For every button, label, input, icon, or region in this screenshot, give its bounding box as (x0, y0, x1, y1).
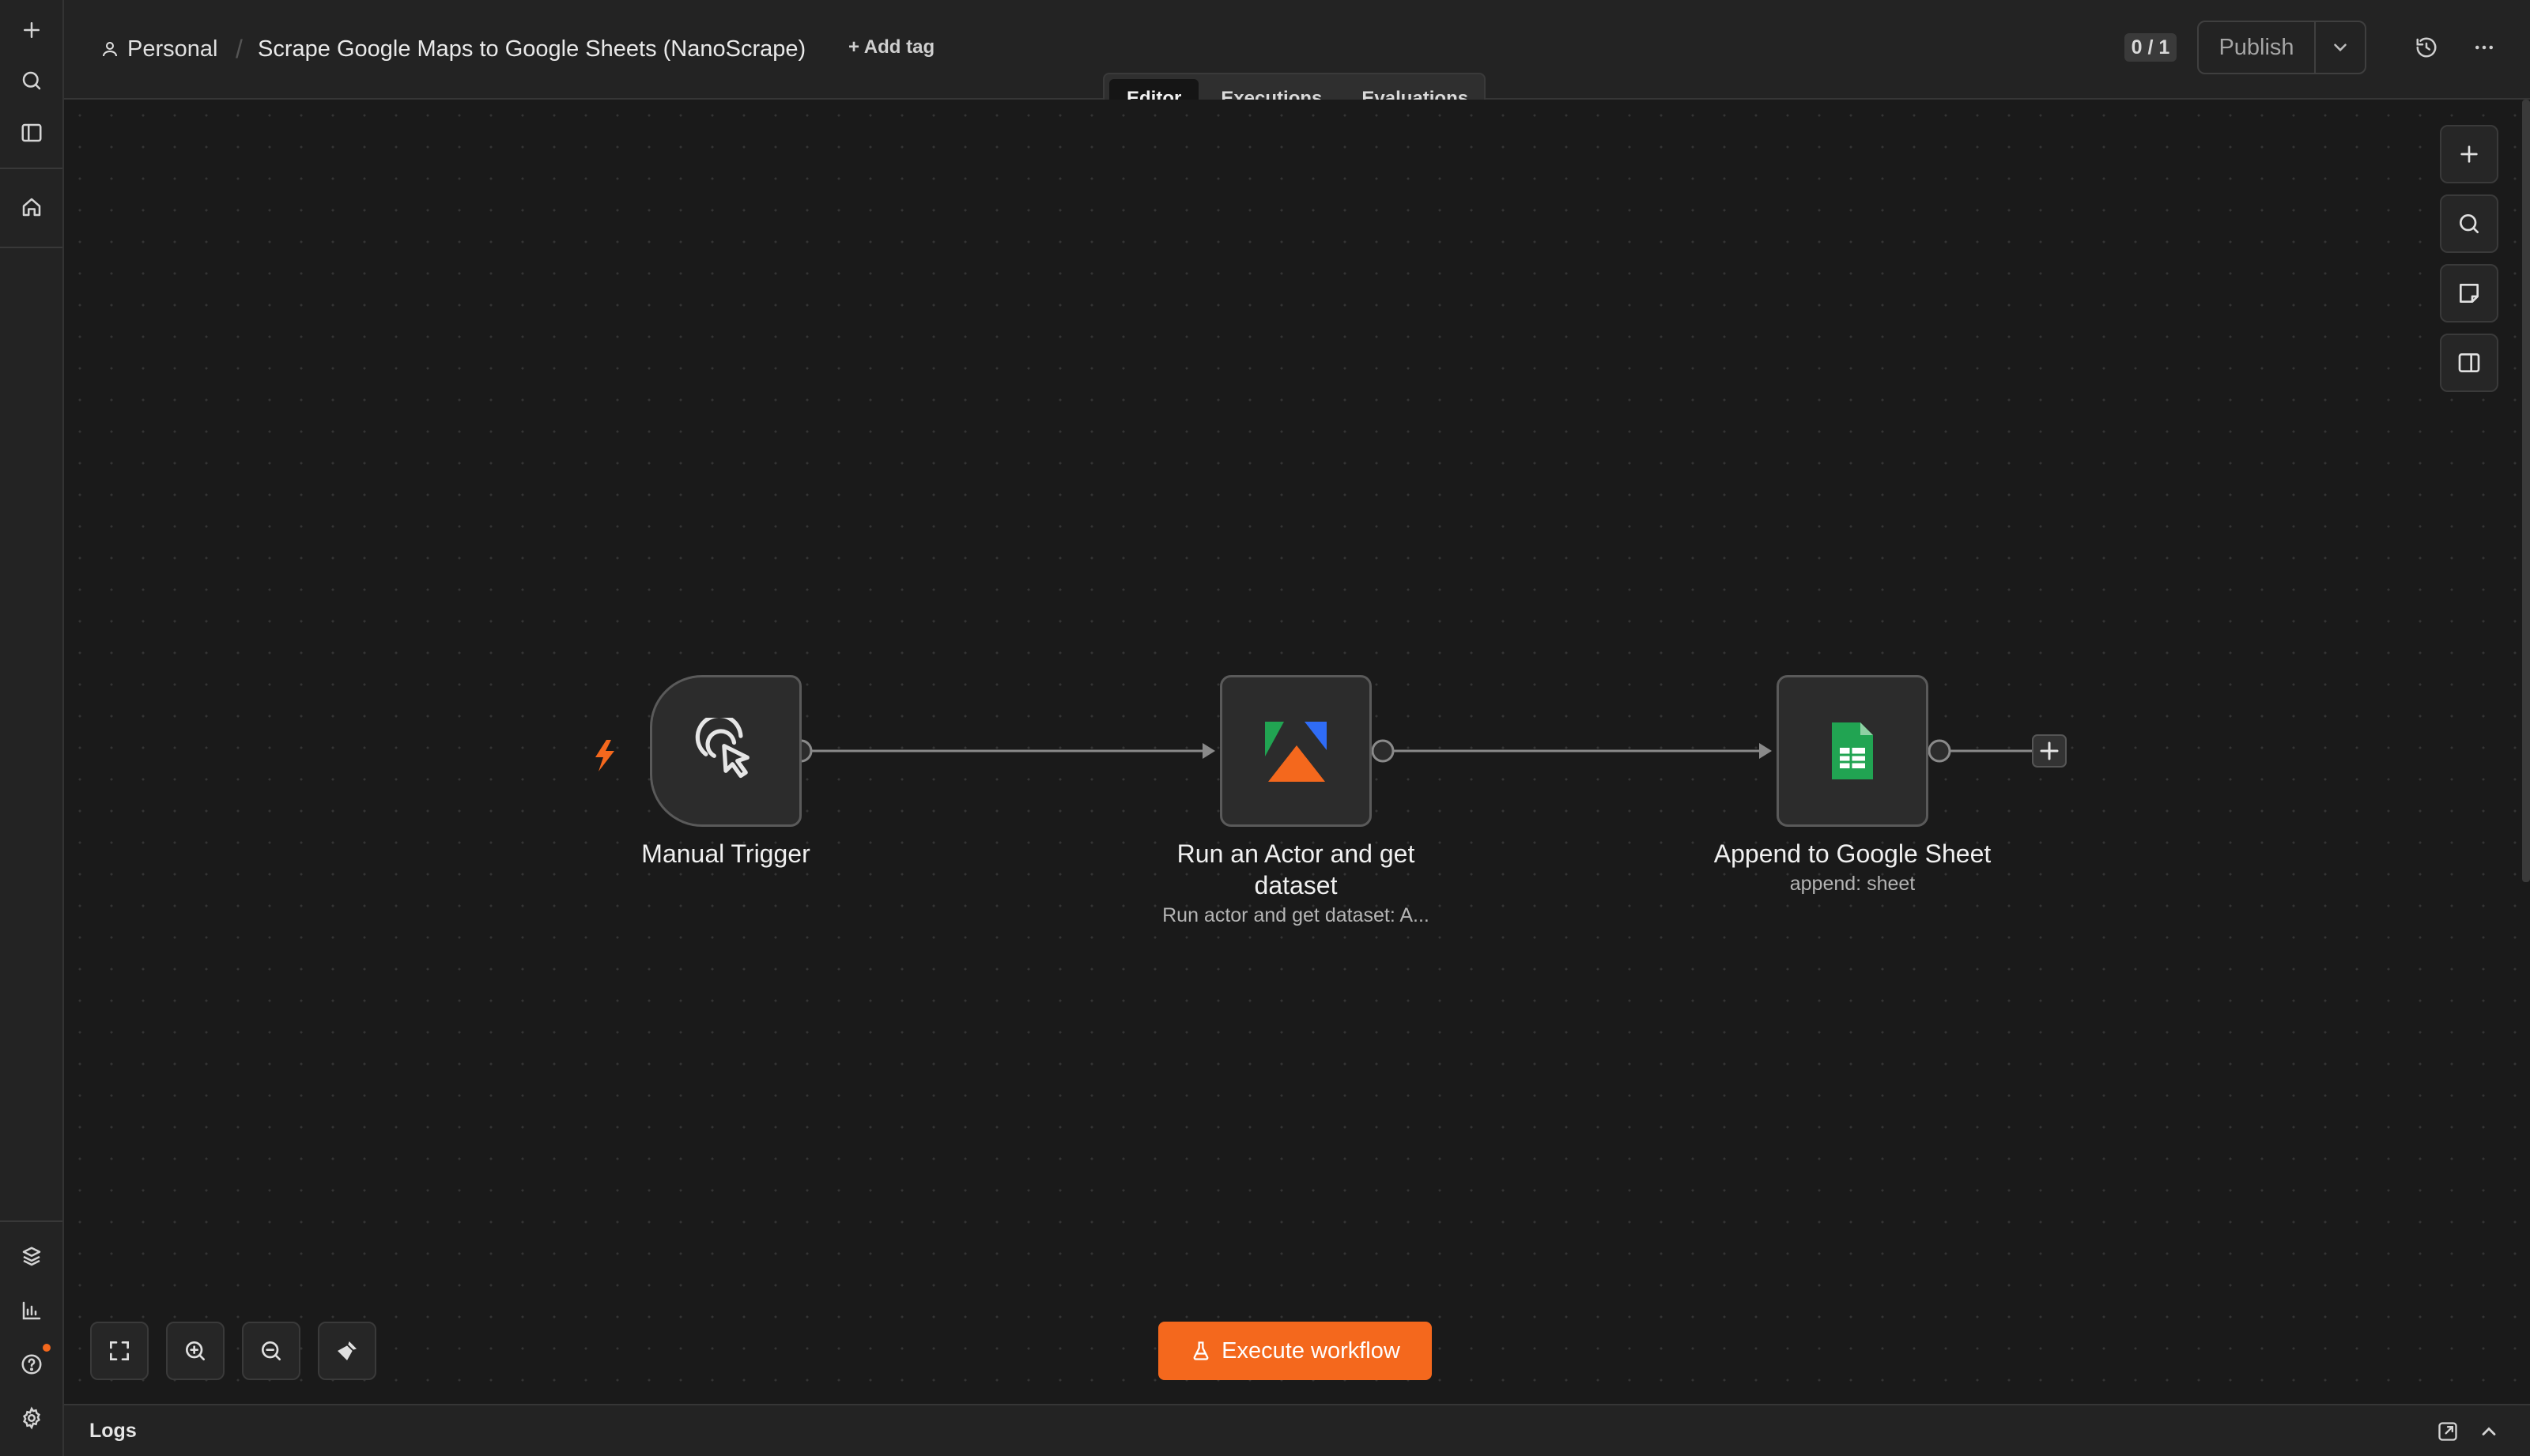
node-label-line: dataset (1254, 871, 1338, 900)
panel-right-icon (2458, 353, 2480, 372)
home-icon[interactable] (14, 190, 49, 224)
search-icon (2460, 214, 2479, 233)
left-sidebar (0, 0, 64, 1456)
output-handle (1928, 739, 1951, 763)
chevron-down-icon[interactable] (2314, 22, 2365, 73)
execute-workflow-label: Execute workflow (1222, 1337, 1400, 1364)
zoom-in-button[interactable] (166, 1322, 225, 1380)
history-icon[interactable] (2411, 32, 2442, 63)
trigger-bolt-icon (595, 740, 614, 771)
settings-icon[interactable] (14, 1401, 49, 1435)
node-manual-trigger[interactable] (650, 675, 802, 827)
breadcrumb-separator: / (236, 35, 243, 63)
sticky-note-icon (2460, 284, 2479, 303)
connection-arrow (1759, 743, 1772, 759)
help-icon[interactable] (14, 1347, 49, 1382)
active-counter-badge: 0 / 1 (2124, 33, 2177, 62)
rail-divider (0, 247, 62, 248)
rail-divider (0, 1220, 62, 1222)
output-handle (1371, 739, 1395, 763)
add-node-panel-button[interactable] (2440, 125, 2498, 183)
connection-arrow (1203, 743, 1215, 759)
logs-title: Logs (89, 1420, 137, 1442)
more-options-icon[interactable] (2468, 32, 2500, 63)
n8n-app: Personal / Scrape Google Maps to Google … (0, 0, 2530, 1456)
node-label: Run an Actor and get dataset (1130, 838, 1462, 901)
fit-view-button[interactable] (90, 1322, 149, 1380)
logs-bar[interactable]: Logs (64, 1404, 2530, 1456)
node-subtitle: append: sheet (1789, 873, 1916, 895)
cursor-click-icon (695, 718, 750, 779)
project-name: Personal (127, 36, 218, 62)
zoom-out-button[interactable] (242, 1322, 300, 1380)
insights-icon[interactable] (14, 1293, 49, 1328)
workflow-title[interactable]: Scrape Google Maps to Google Sheets (Nan… (258, 32, 806, 66)
sticky-note-button[interactable] (2440, 264, 2498, 323)
panel-toggle-icon[interactable] (14, 115, 49, 150)
plus-icon (2460, 145, 2478, 163)
publish-button[interactable]: Publish (2199, 22, 2314, 73)
broom-icon (338, 1341, 357, 1360)
node-subtitle: Run actor and get dataset: A... (1162, 904, 1429, 926)
add-tag-button[interactable]: + Add tag (848, 36, 935, 58)
canvas-scrollbar[interactable] (2522, 100, 2530, 882)
templates-icon[interactable] (14, 1239, 49, 1274)
search-icon[interactable] (14, 63, 49, 98)
plus-icon[interactable] (14, 13, 49, 47)
notification-dot (43, 1344, 51, 1352)
node-label: Manual Trigger (641, 839, 810, 868)
execute-workflow-button[interactable]: Execute workflow (1158, 1322, 1432, 1380)
zoom-in-icon (186, 1341, 205, 1360)
chevron-up-icon[interactable] (2475, 1418, 2502, 1445)
side-panel-button[interactable] (2440, 334, 2498, 392)
workflow-canvas[interactable]: Manual Trigger Run an Actor and get data… (64, 100, 2530, 1404)
rail-divider (0, 168, 62, 169)
node-run-actor[interactable] (1220, 675, 1372, 827)
node-label-line: Run an Actor and get (1176, 839, 1415, 868)
node-label: Append to Google Sheet (1713, 839, 1992, 868)
flask-icon (1193, 1341, 1209, 1360)
tidy-up-button[interactable] (318, 1322, 376, 1380)
apify-logo-icon (1265, 722, 1327, 782)
fit-view-icon (110, 1341, 129, 1360)
publish-button-group: Publish (2197, 21, 2366, 74)
zoom-out-icon (262, 1341, 281, 1360)
user-icon (103, 42, 117, 57)
pop-out-icon[interactable] (2434, 1418, 2461, 1445)
breadcrumb-project[interactable]: Personal (100, 32, 217, 66)
node-google-sheets[interactable] (1777, 675, 1928, 827)
search-nodes-button[interactable] (2440, 194, 2498, 253)
google-sheets-icon (1832, 722, 1873, 779)
